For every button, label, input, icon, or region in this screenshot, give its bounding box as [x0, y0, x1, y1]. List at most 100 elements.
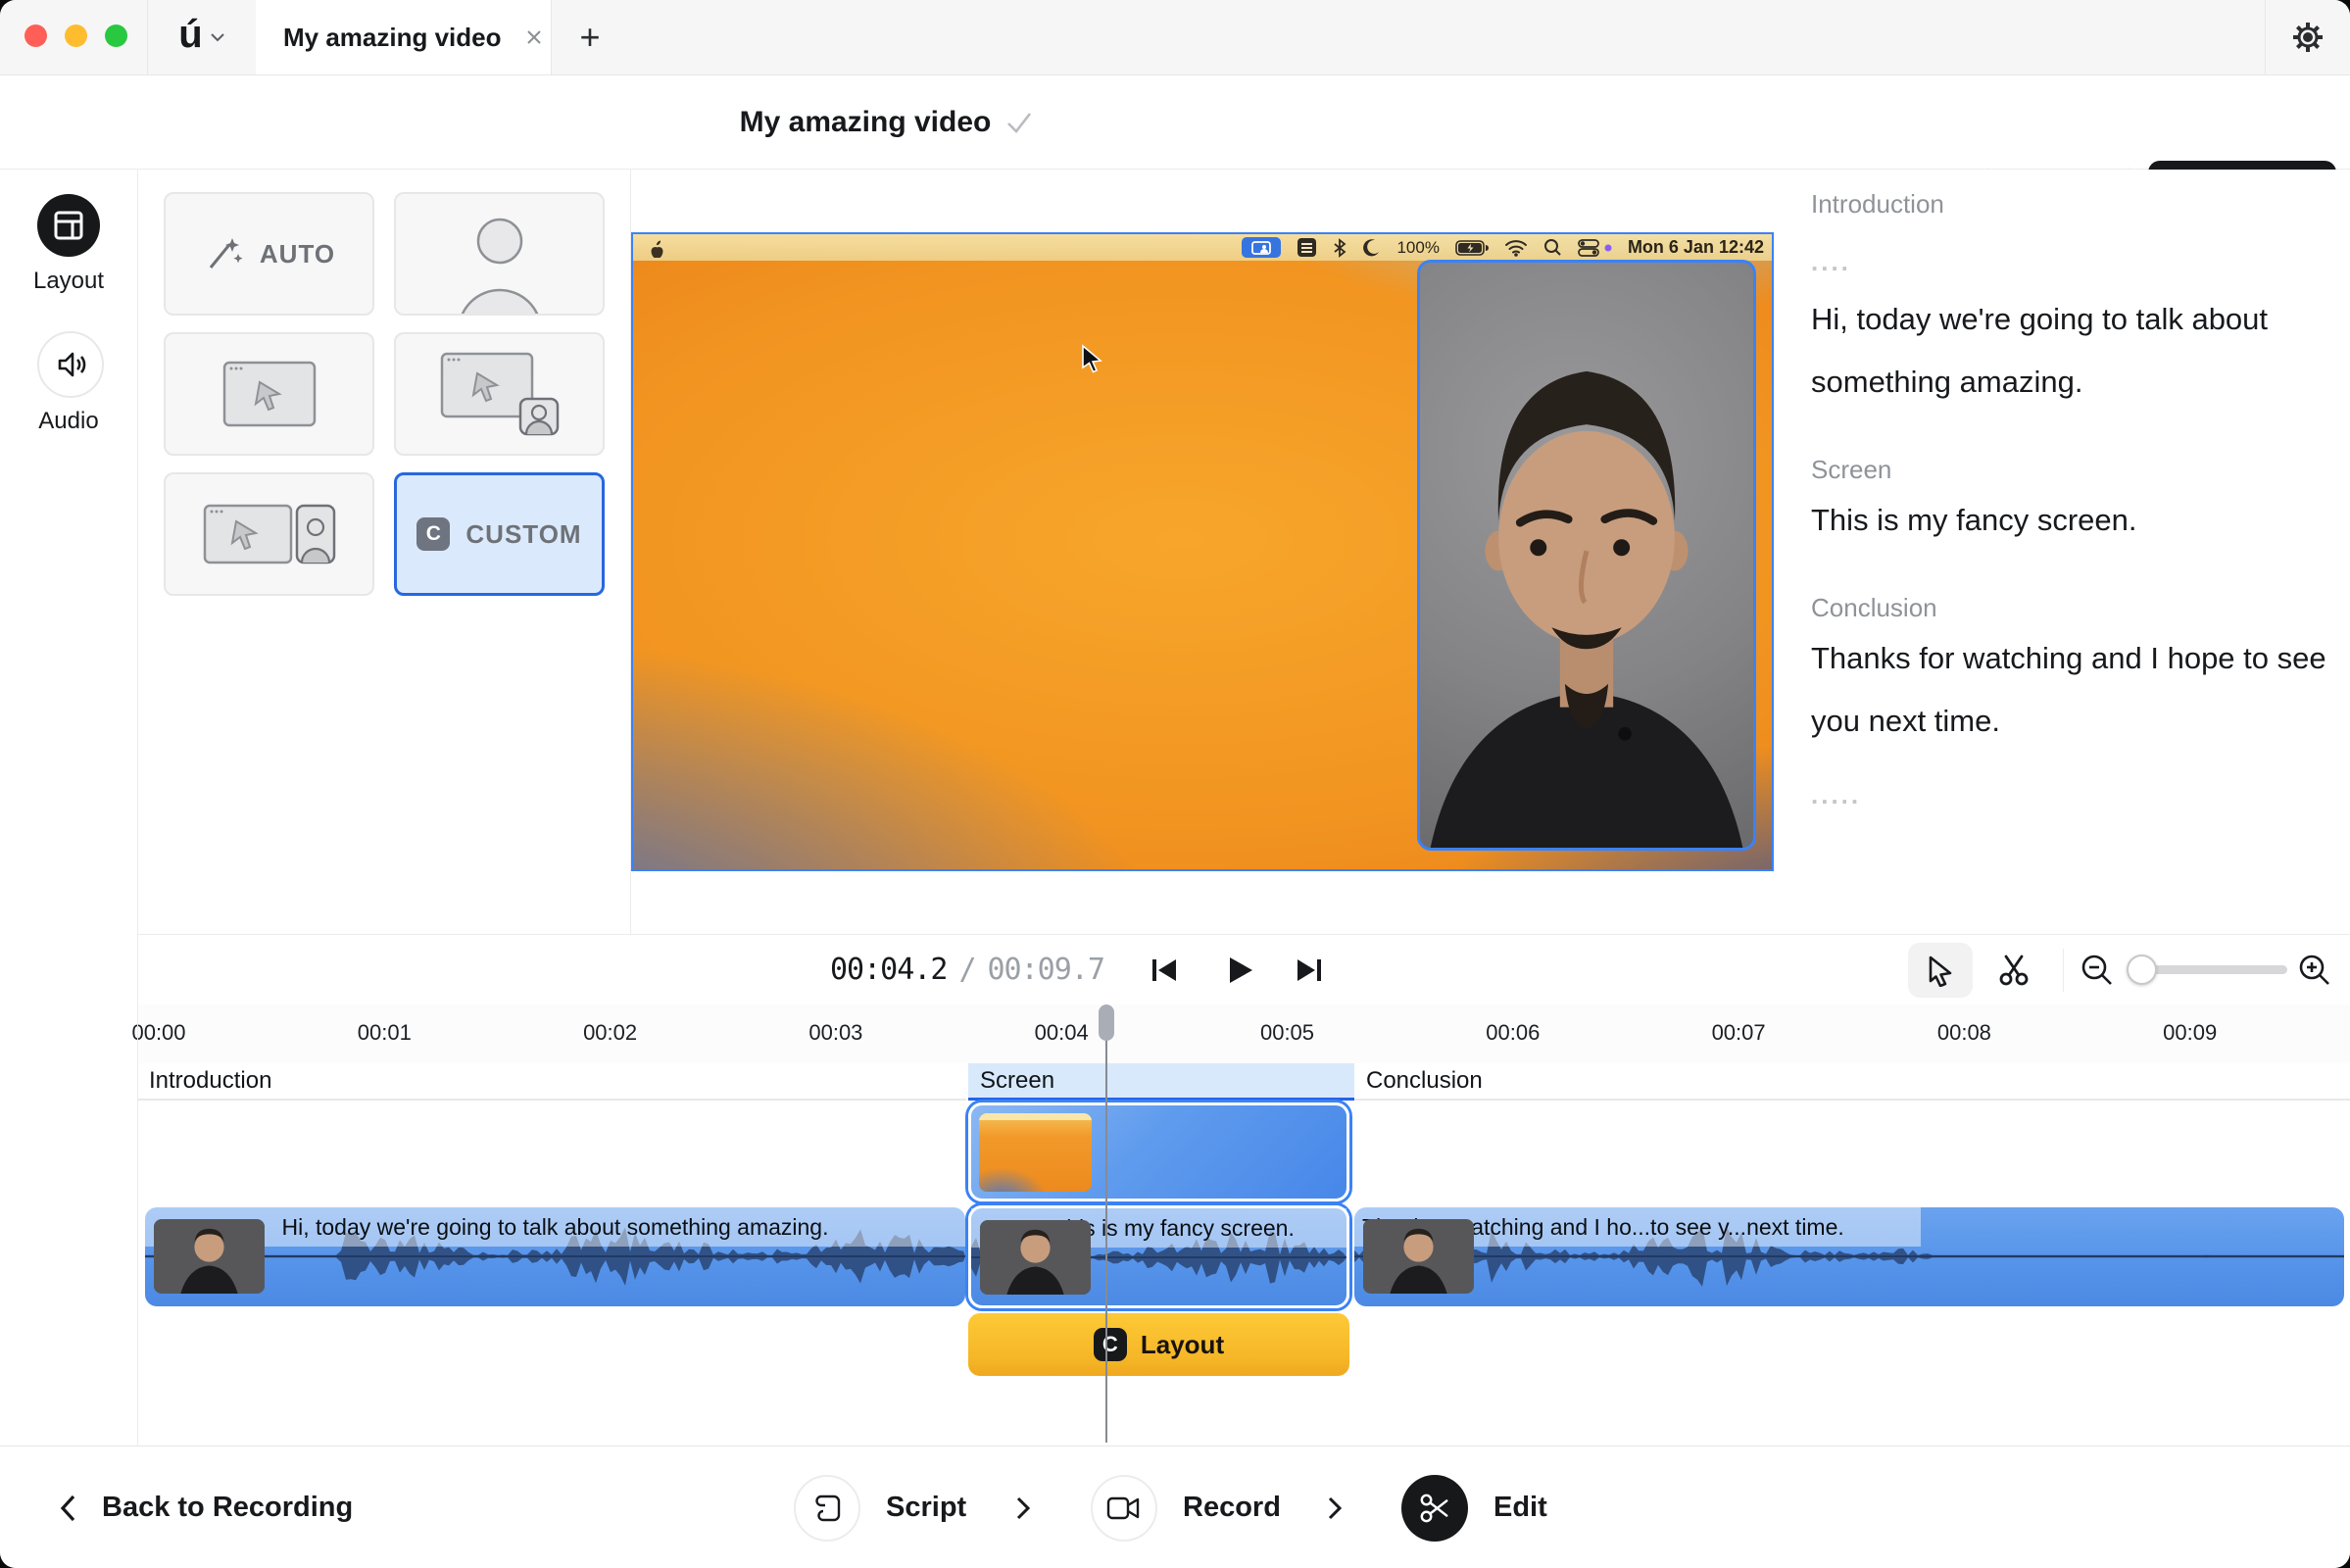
speaker-icon [58, 352, 86, 377]
segment-introduction[interactable]: Introduction [137, 1063, 966, 1101]
scissors-icon [1999, 955, 2029, 986]
header: My amazing video [0, 75, 2350, 229]
time-separator: / [958, 953, 976, 987]
mac-menubar: 100% Mon 6 Jan 12:42 [633, 234, 1772, 261]
screen-video-clip[interactable] [968, 1102, 1349, 1201]
ruler-tick: 00:01 [357, 1020, 412, 1045]
app-logo-icon: ú [178, 13, 203, 56]
script-panel: Introduction .... Hi, today we're going … [1780, 170, 2350, 934]
spotlight-icon [1543, 239, 1561, 256]
timeline-tracks: Hi, today we're going to talk about some… [0, 1101, 2350, 1446]
chevron-left-icon [60, 1494, 75, 1521]
new-tab-button[interactable]: + [566, 14, 613, 61]
audio-clip-screen[interactable]: This is my fancy screen. [968, 1205, 1349, 1308]
traffic-zoom-button[interactable] [105, 24, 127, 47]
script-section-heading: Screen [1811, 455, 1892, 484]
battery-percent: 100% [1396, 237, 1440, 257]
bluetooth-icon [1334, 237, 1346, 258]
skip-to-start-button[interactable] [1144, 950, 1185, 991]
skip-to-end-button[interactable] [1289, 950, 1330, 991]
video-preview[interactable]: 100% Mon 6 Jan 12:42 [631, 232, 1774, 871]
layout-option-screen-camera-corner[interactable] [394, 332, 605, 456]
rail-item-audio[interactable] [37, 331, 104, 398]
custom-label: CUSTOM [465, 518, 582, 549]
total-time: 00:09.7 [987, 953, 1105, 987]
settings-button[interactable] [2265, 0, 2350, 74]
layout-option-auto[interactable]: AUTO [164, 192, 374, 316]
script-pause-dots: ..... [1811, 780, 1862, 809]
camera-thumbnail [980, 1220, 1091, 1295]
step-record[interactable]: Record [1091, 1446, 1281, 1568]
tab-title: My amazing video [283, 22, 502, 52]
screen-window-icon [222, 361, 316, 427]
edit-step-circle [1401, 1474, 1468, 1542]
rail-item-layout[interactable] [37, 194, 100, 257]
zoom-in-button[interactable] [2293, 949, 2336, 992]
edit-step-label: Edit [1493, 1492, 1547, 1523]
play-button[interactable] [1220, 950, 1261, 991]
caption-text: Hi, today we're going to talk about some… [281, 1214, 829, 1240]
layout-option-screen-only[interactable] [164, 332, 374, 456]
rail-label-audio[interactable]: Audio [0, 408, 137, 435]
tools-divider [2063, 949, 2064, 992]
traffic-minimize-button[interactable] [65, 24, 87, 47]
ruler-tick: 00:08 [1936, 1020, 1991, 1045]
layout-clip[interactable]: C Layout [968, 1313, 1349, 1376]
saved-check-icon [1007, 112, 1032, 133]
left-rail: Layout Audio [0, 170, 138, 934]
battery-icon [1455, 239, 1489, 256]
cursor-tool-icon [1929, 956, 1952, 987]
screen-clip-thumbnail [979, 1113, 1092, 1192]
tab-bar: ú My amazing video + [0, 0, 2350, 75]
timeline-ruler[interactable]: 00:00 00:01 00:02 00:03 00:04 00:05 00:06 00:07… [131, 1004, 2350, 1063]
timeline-segments: Introduction Screen Conclusion [137, 1063, 2350, 1101]
footer: Back to Recording Script Record Edit [0, 1446, 2350, 1568]
audio-clip-conclusion[interactable]: Thanks...watching and I ho...to see y...… [1354, 1207, 2344, 1306]
apple-logo-icon [651, 240, 663, 258]
timeline-zoom-slider[interactable] [2127, 955, 2287, 985]
ruler-tick: 00:03 [808, 1020, 863, 1045]
wifi-icon [1504, 239, 1527, 257]
zoom-out-icon [2081, 955, 2112, 985]
app-menu-button[interactable]: ú [147, 0, 257, 74]
ruler-tick: 00:06 [1486, 1020, 1541, 1045]
step-chevron [1015, 1446, 1031, 1568]
script-section-heading: Introduction [1811, 189, 1944, 219]
edit-scissors-icon [1420, 1494, 1448, 1522]
select-tool-button[interactable] [1908, 943, 1973, 998]
traffic-close-button[interactable] [24, 24, 47, 47]
script-icon [815, 1494, 841, 1521]
layout-clip-label: Layout [1140, 1329, 1225, 1359]
layout-option-camera-only[interactable] [394, 192, 605, 316]
layout-option-screen-camera-side[interactable] [164, 472, 374, 596]
script-section-heading: Conclusion [1811, 593, 1937, 622]
script-step-label: Script [886, 1492, 967, 1523]
layout-option-custom[interactable]: C CUSTOM [394, 472, 605, 596]
play-icon [1230, 957, 1252, 983]
camera-thumbnail [1363, 1219, 1474, 1294]
script-section-text[interactable]: Thanks for watching and I hope to see yo… [1811, 627, 2340, 753]
skip-start-icon [1152, 959, 1176, 981]
script-section-text[interactable]: This is my fancy screen. [1811, 489, 2340, 552]
cut-tool-button[interactable] [1987, 943, 2042, 998]
zoom-slider-knob[interactable] [2127, 955, 2157, 985]
tab-close-icon[interactable] [523, 26, 545, 48]
rail-label-layout[interactable]: Layout [0, 268, 137, 295]
zoom-out-button[interactable] [2076, 949, 2119, 992]
step-script[interactable]: Script [794, 1446, 966, 1568]
script-section-text[interactable]: Hi, today we're going to talk about some… [1811, 288, 2340, 414]
tab-my-amazing-video[interactable]: My amazing video [256, 0, 552, 74]
playhead-line[interactable] [1105, 1007, 1107, 1443]
segment-conclusion[interactable]: Conclusion [1354, 1063, 2350, 1101]
chevron-down-icon [211, 33, 224, 42]
document-title[interactable]: My amazing video [740, 106, 992, 139]
playhead-handle[interactable] [1099, 1004, 1114, 1041]
back-to-recording-button[interactable]: Back to Recording [59, 1446, 353, 1568]
document-title-wrap: My amazing video [0, 75, 1774, 169]
camera-overlay[interactable] [1417, 260, 1756, 851]
ruler-tick: 00:05 [1259, 1020, 1315, 1045]
step-edit[interactable]: Edit [1401, 1446, 1547, 1568]
presenter-person [1430, 370, 1743, 848]
audio-clip-introduction[interactable]: Hi, today we're going to talk about some… [145, 1207, 965, 1306]
record-step-circle [1091, 1474, 1157, 1542]
